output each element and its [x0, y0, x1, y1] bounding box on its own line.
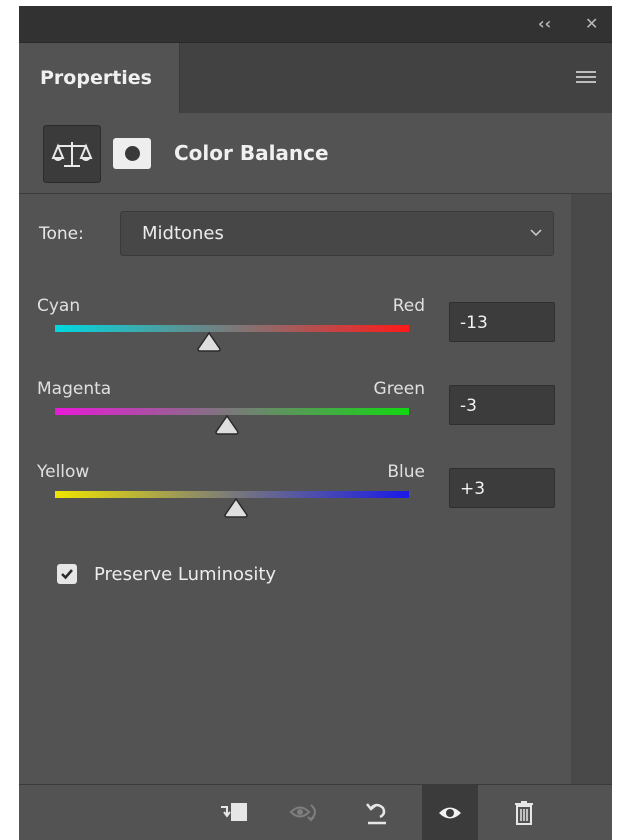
panel-menu-icon[interactable]: [576, 71, 596, 85]
cyan-red-value-field[interactable]: -13: [449, 302, 555, 342]
clip-to-layer-icon: [221, 803, 247, 821]
chevron-down-icon: [530, 229, 542, 237]
preserve-luminosity-label[interactable]: Preserve Luminosity: [94, 564, 276, 585]
color-balance-adjustment-icon[interactable]: [43, 125, 101, 183]
magenta-green-slider-thumb[interactable]: [213, 414, 241, 436]
tab-properties[interactable]: Properties: [19, 43, 180, 115]
view-previous-state-icon: [289, 804, 316, 822]
reset-button[interactable]: [349, 785, 405, 840]
adjustment-title: Color Balance: [174, 141, 329, 165]
cyan-red-track[interactable]: [55, 325, 409, 332]
yellow-blue-value: +3: [460, 479, 486, 499]
close-panel-icon[interactable]: ✕: [585, 14, 598, 33]
magenta-label: Magenta: [37, 379, 112, 399]
magenta-green-value-field[interactable]: -3: [449, 385, 555, 425]
tab-row: Properties: [19, 43, 612, 115]
tone-label: Tone:: [39, 224, 84, 244]
toggle-visibility-button[interactable]: [422, 785, 478, 840]
yellow-blue-value-field[interactable]: +3: [449, 468, 555, 508]
reset-icon: [366, 803, 386, 825]
tone-dropdown[interactable]: Midtones: [120, 211, 554, 256]
magenta-green-slider-group: Magenta Green -3: [19, 379, 571, 459]
cyan-red-slider-thumb[interactable]: [195, 331, 223, 353]
trash-icon: [515, 801, 533, 825]
properties-body: Tone: Midtones Cyan Red -13 Magenta Gree…: [19, 194, 571, 784]
cyan-red-value: -13: [460, 313, 488, 333]
eye-icon: [439, 807, 461, 819]
panel-scrollbar[interactable]: [571, 194, 612, 784]
yellow-blue-slider-group: Yellow Blue +3: [19, 462, 571, 542]
panel-footer: [19, 784, 612, 840]
collapse-panel-icon[interactable]: ‹‹: [538, 14, 551, 33]
panel-title-bar: ‹‹ ✕: [19, 6, 612, 43]
yellow-label: Yellow: [37, 462, 90, 482]
yellow-blue-slider-thumb[interactable]: [222, 497, 250, 519]
properties-panel: ‹‹ ✕ Properties Color Balance Tone: Midt…: [19, 6, 612, 840]
blue-label: Blue: [387, 462, 425, 482]
clip-to-layer-button[interactable]: [206, 785, 262, 840]
checkmark-icon: [61, 569, 73, 580]
view-previous-state-button[interactable]: [277, 785, 333, 840]
delete-button[interactable]: [496, 785, 552, 840]
tab-properties-label: Properties: [40, 67, 152, 89]
layer-mask-icon[interactable]: [113, 138, 151, 169]
magenta-green-value: -3: [460, 396, 477, 416]
cyan-red-slider-group: Cyan Red -13: [19, 296, 571, 376]
tone-selected-value: Midtones: [142, 223, 224, 244]
cyan-label: Cyan: [37, 296, 81, 316]
adjustment-header: Color Balance: [19, 113, 612, 194]
red-label: Red: [392, 296, 425, 316]
preserve-luminosity-checkbox[interactable]: [57, 564, 77, 584]
green-label: Green: [373, 379, 425, 399]
